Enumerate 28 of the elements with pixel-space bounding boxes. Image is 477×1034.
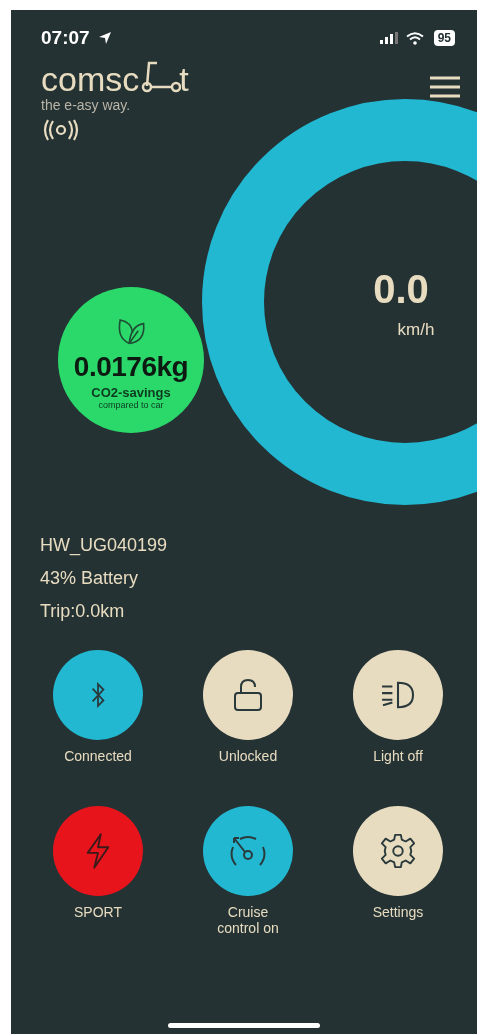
broadcast-icon[interactable]: [41, 119, 81, 141]
co2-label: CO2-savings: [91, 384, 171, 400]
location-arrow-icon: [97, 31, 112, 45]
device-name: HW_UG040199: [40, 535, 169, 556]
settings-icon: [379, 832, 417, 870]
logo-text: t: [179, 62, 189, 96]
menu-icon[interactable]: [429, 76, 461, 98]
lightning-bolt-icon: [84, 832, 112, 870]
control-label: Unlocked: [218, 748, 278, 764]
signal-icon: [379, 32, 400, 44]
headlight-icon: [379, 680, 417, 710]
battery-indicator: 95: [433, 30, 455, 46]
wifi-icon: [405, 31, 424, 45]
tagline: the e-asy way.: [41, 97, 131, 113]
control-label: SPORT: [74, 904, 122, 920]
co2-amount: 0.0176kg: [73, 350, 189, 383]
speed-unit: km/h: [397, 320, 435, 340]
battery-level: 43% Battery: [40, 568, 140, 589]
logo-text: comsc: [41, 62, 140, 96]
control-label: Cruise control on: [216, 904, 280, 936]
status-time: 07:07: [41, 27, 90, 49]
control-label: Connected: [64, 748, 132, 764]
control-label: Settings: [372, 904, 424, 920]
control-label: Light off: [373, 748, 423, 764]
co2-note: compared to car: [98, 399, 164, 410]
trip-distance: Trip:0.0km: [40, 601, 126, 622]
bluetooth-icon: [89, 679, 107, 711]
speed-value: 0.0: [373, 267, 429, 312]
